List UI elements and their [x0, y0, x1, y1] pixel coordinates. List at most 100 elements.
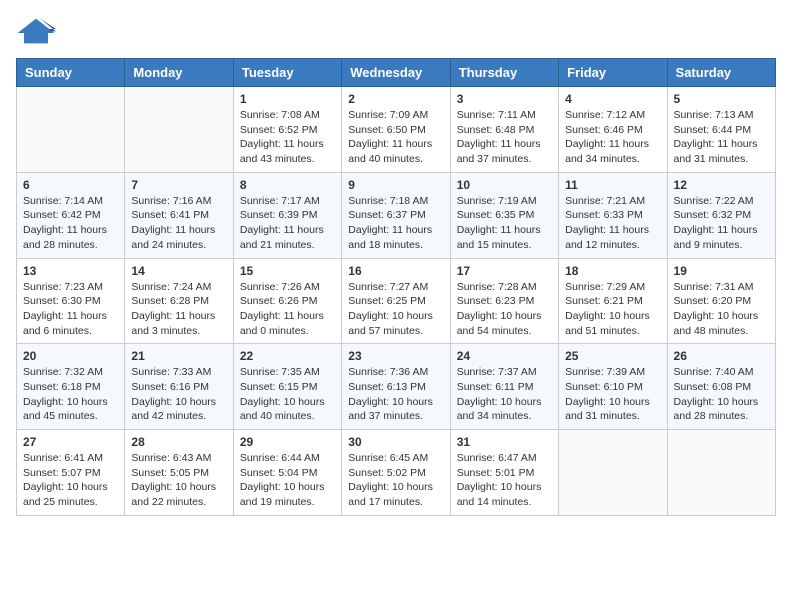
calendar-day-cell: 19 Sunrise: 7:31 AM Sunset: 6:20 PM Dayli… [667, 258, 775, 344]
calendar-week-row: 1 Sunrise: 7:08 AM Sunset: 6:52 PM Daylig… [17, 87, 776, 173]
day-info: Sunrise: 7:27 AM Sunset: 6:25 PM Dayligh… [348, 280, 443, 339]
day-number: 7 [131, 178, 226, 192]
day-number: 12 [674, 178, 769, 192]
day-number: 29 [240, 435, 335, 449]
day-number: 17 [457, 264, 552, 278]
day-info: Sunrise: 7:31 AM Sunset: 6:20 PM Dayligh… [674, 280, 769, 339]
day-number: 10 [457, 178, 552, 192]
day-info: Sunrise: 7:28 AM Sunset: 6:23 PM Dayligh… [457, 280, 552, 339]
calendar-day-cell: 14 Sunrise: 7:24 AM Sunset: 6:28 PM Dayli… [125, 258, 233, 344]
calendar-day-header: Wednesday [342, 59, 450, 87]
calendar-week-row: 20 Sunrise: 7:32 AM Sunset: 6:18 PM Dayli… [17, 344, 776, 430]
calendar-day-cell: 2 Sunrise: 7:09 AM Sunset: 6:50 PM Daylig… [342, 87, 450, 173]
day-info: Sunrise: 7:17 AM Sunset: 6:39 PM Dayligh… [240, 194, 335, 253]
day-number: 25 [565, 349, 660, 363]
calendar-day-cell: 22Sunrise: 7:35 AM Sunset: 6:15 PM Dayli… [233, 344, 341, 430]
day-info: Sunrise: 7:12 AM Sunset: 6:46 PM Dayligh… [565, 108, 660, 167]
calendar-day-header: Saturday [667, 59, 775, 87]
calendar-day-header: Monday [125, 59, 233, 87]
day-number: 13 [23, 264, 118, 278]
day-number: 19 [674, 264, 769, 278]
day-number: 28 [131, 435, 226, 449]
calendar-header-row: SundayMondayTuesdayWednesdayThursdayFrid… [17, 59, 776, 87]
day-info: Sunrise: 7:18 AM Sunset: 6:37 PM Dayligh… [348, 194, 443, 253]
day-info: Sunrise: 7:08 AM Sunset: 6:52 PM Dayligh… [240, 108, 335, 167]
day-info: Sunrise: 6:45 AM Sunset: 5:02 PM Dayligh… [348, 451, 443, 510]
day-info: Sunrise: 6:47 AM Sunset: 5:01 PM Dayligh… [457, 451, 552, 510]
calendar-day-cell: 13 Sunrise: 7:23 AM Sunset: 6:30 PM Dayli… [17, 258, 125, 344]
calendar-day-cell: 27 Sunrise: 6:41 AM Sunset: 5:07 PM Dayli… [17, 430, 125, 516]
calendar-body: 1 Sunrise: 7:08 AM Sunset: 6:52 PM Daylig… [17, 87, 776, 516]
day-info: Sunrise: 7:40 AM Sunset: 6:08 PM Dayligh… [674, 365, 769, 424]
day-number: 11 [565, 178, 660, 192]
day-info: Sunrise: 7:39 AM Sunset: 6:10 PM Dayligh… [565, 365, 660, 424]
day-number: 31 [457, 435, 552, 449]
day-info: Sunrise: 7:21 AM Sunset: 6:33 PM Dayligh… [565, 194, 660, 253]
day-number: 16 [348, 264, 443, 278]
day-info: Sunrise: 7:22 AM Sunset: 6:32 PM Dayligh… [674, 194, 769, 253]
day-number: 14 [131, 264, 226, 278]
calendar-day-cell: 6 Sunrise: 7:14 AM Sunset: 6:42 PM Daylig… [17, 172, 125, 258]
day-info: Sunrise: 7:35 AM Sunset: 6:15 PM Dayligh… [240, 365, 335, 424]
day-info: Sunrise: 7:19 AM Sunset: 6:35 PM Dayligh… [457, 194, 552, 253]
calendar-day-cell: 16 Sunrise: 7:27 AM Sunset: 6:25 PM Dayli… [342, 258, 450, 344]
day-info: Sunrise: 7:33 AM Sunset: 6:16 PM Dayligh… [131, 365, 226, 424]
logo-icon [16, 16, 56, 46]
calendar-day-cell [559, 430, 667, 516]
calendar-week-row: 6 Sunrise: 7:14 AM Sunset: 6:42 PM Daylig… [17, 172, 776, 258]
day-info: Sunrise: 6:44 AM Sunset: 5:04 PM Dayligh… [240, 451, 335, 510]
day-info: Sunrise: 7:37 AM Sunset: 6:11 PM Dayligh… [457, 365, 552, 424]
calendar-day-cell: 9 Sunrise: 7:18 AM Sunset: 6:37 PM Daylig… [342, 172, 450, 258]
calendar-day-cell: 29 Sunrise: 6:44 AM Sunset: 5:04 PM Dayli… [233, 430, 341, 516]
calendar-day-header: Thursday [450, 59, 558, 87]
calendar-week-row: 13 Sunrise: 7:23 AM Sunset: 6:30 PM Dayli… [17, 258, 776, 344]
day-number: 4 [565, 92, 660, 106]
day-number: 3 [457, 92, 552, 106]
calendar-day-cell: 4 Sunrise: 7:12 AM Sunset: 6:46 PM Daylig… [559, 87, 667, 173]
logo [16, 16, 60, 46]
day-number: 27 [23, 435, 118, 449]
calendar-day-header: Tuesday [233, 59, 341, 87]
calendar-day-cell: 1 Sunrise: 7:08 AM Sunset: 6:52 PM Daylig… [233, 87, 341, 173]
day-number: 18 [565, 264, 660, 278]
day-info: Sunrise: 7:13 AM Sunset: 6:44 PM Dayligh… [674, 108, 769, 167]
day-info: Sunrise: 7:23 AM Sunset: 6:30 PM Dayligh… [23, 280, 118, 339]
day-number: 9 [348, 178, 443, 192]
calendar-day-cell: 25 Sunrise: 7:39 AM Sunset: 6:10 PM Dayli… [559, 344, 667, 430]
day-number: 2 [348, 92, 443, 106]
calendar-day-cell: 15 Sunrise: 7:26 AM Sunset: 6:26 PM Dayli… [233, 258, 341, 344]
day-info: Sunrise: 7:16 AM Sunset: 6:41 PM Dayligh… [131, 194, 226, 253]
calendar-day-cell: 5 Sunrise: 7:13 AM Sunset: 6:44 PM Daylig… [667, 87, 775, 173]
day-info: Sunrise: 6:41 AM Sunset: 5:07 PM Dayligh… [23, 451, 118, 510]
calendar-day-cell [667, 430, 775, 516]
calendar-day-cell: 18 Sunrise: 7:29 AM Sunset: 6:21 PM Dayli… [559, 258, 667, 344]
calendar-day-cell: 12 Sunrise: 7:22 AM Sunset: 6:32 PM Dayli… [667, 172, 775, 258]
day-number: 8 [240, 178, 335, 192]
day-info: Sunrise: 7:14 AM Sunset: 6:42 PM Dayligh… [23, 194, 118, 253]
calendar-day-cell: 28Sunrise: 6:43 AM Sunset: 5:05 PM Dayli… [125, 430, 233, 516]
calendar-day-cell: 8 Sunrise: 7:17 AM Sunset: 6:39 PM Daylig… [233, 172, 341, 258]
calendar-day-cell: 31 Sunrise: 6:47 AM Sunset: 5:01 PM Dayli… [450, 430, 558, 516]
day-info: Sunrise: 7:24 AM Sunset: 6:28 PM Dayligh… [131, 280, 226, 339]
calendar-week-row: 27 Sunrise: 6:41 AM Sunset: 5:07 PM Dayli… [17, 430, 776, 516]
day-number: 20 [23, 349, 118, 363]
day-number: 1 [240, 92, 335, 106]
day-info: Sunrise: 7:32 AM Sunset: 6:18 PM Dayligh… [23, 365, 118, 424]
calendar-day-cell: 24Sunrise: 7:37 AM Sunset: 6:11 PM Dayli… [450, 344, 558, 430]
calendar-day-cell: 21Sunrise: 7:33 AM Sunset: 6:16 PM Dayli… [125, 344, 233, 430]
calendar-day-cell: 7 Sunrise: 7:16 AM Sunset: 6:41 PM Daylig… [125, 172, 233, 258]
page-header [16, 16, 776, 46]
calendar-header: SundayMondayTuesdayWednesdayThursdayFrid… [17, 59, 776, 87]
calendar-day-cell [17, 87, 125, 173]
calendar-day-cell: 17 Sunrise: 7:28 AM Sunset: 6:23 PM Dayli… [450, 258, 558, 344]
day-number: 15 [240, 264, 335, 278]
day-info: Sunrise: 7:09 AM Sunset: 6:50 PM Dayligh… [348, 108, 443, 167]
day-number: 23 [348, 349, 443, 363]
calendar-day-cell: 30Sunrise: 6:45 AM Sunset: 5:02 PM Dayli… [342, 430, 450, 516]
calendar-day-header: Sunday [17, 59, 125, 87]
day-info: Sunrise: 7:29 AM Sunset: 6:21 PM Dayligh… [565, 280, 660, 339]
day-number: 6 [23, 178, 118, 192]
calendar-day-cell: 26Sunrise: 7:40 AM Sunset: 6:08 PM Dayli… [667, 344, 775, 430]
day-info: Sunrise: 7:26 AM Sunset: 6:26 PM Dayligh… [240, 280, 335, 339]
day-number: 5 [674, 92, 769, 106]
